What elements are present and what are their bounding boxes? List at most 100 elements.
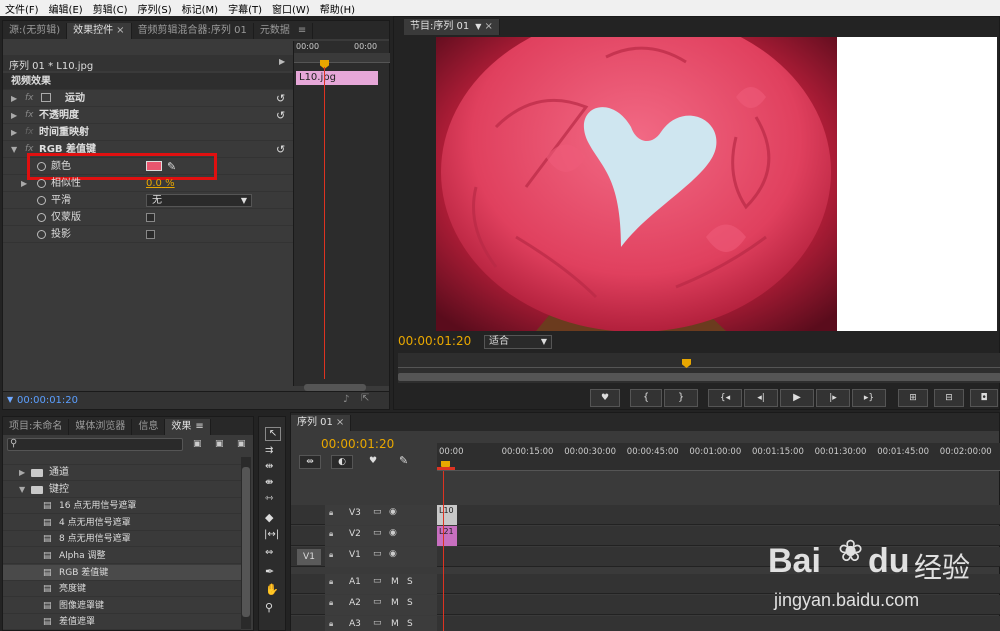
tab-info[interactable]: 信息 bbox=[132, 419, 166, 435]
panel-menu-icon[interactable]: ≡ bbox=[298, 25, 306, 36]
stopwatch-icon[interactable] bbox=[37, 230, 46, 239]
export-icon[interactable]: ⇱ bbox=[361, 393, 369, 404]
selection-tool-icon[interactable]: ↖ bbox=[265, 427, 281, 441]
menu-marker[interactable]: 标记(M) bbox=[177, 1, 223, 16]
collapse-icon[interactable]: ▼ bbox=[19, 482, 25, 498]
program-video-frame[interactable] bbox=[436, 37, 837, 331]
tab-source[interactable]: 源:(无剪辑) bbox=[3, 23, 68, 39]
expand-icon[interactable]: ▶ bbox=[11, 124, 17, 141]
wrench-icon[interactable]: ✎ bbox=[399, 454, 408, 467]
ripple-edit-tool-icon[interactable]: ⇹ bbox=[265, 461, 273, 472]
mask-only-checkbox[interactable] bbox=[146, 213, 155, 222]
effects-scrollbar[interactable] bbox=[241, 457, 251, 629]
sync-lock-icon[interactable]: ▭ bbox=[373, 528, 382, 538]
hand-tool-icon[interactable]: ✋ bbox=[265, 583, 279, 596]
sync-lock-icon[interactable]: ▭ bbox=[373, 597, 382, 607]
menu-help[interactable]: 帮助(H) bbox=[315, 1, 360, 16]
menu-sequence[interactable]: 序列(S) bbox=[132, 1, 176, 16]
menu-title[interactable]: 字幕(T) bbox=[223, 1, 267, 16]
fx-clip-bar[interactable]: L10.jpg bbox=[296, 71, 378, 85]
linked-selection-button[interactable]: ◐ bbox=[331, 455, 353, 469]
pen-tool-icon[interactable]: ✒ bbox=[265, 565, 274, 578]
tab-effects[interactable]: 效果 ≡ bbox=[165, 419, 211, 435]
fx-ruler[interactable]: 00:00 00:00 bbox=[294, 42, 390, 63]
sync-lock-icon[interactable]: ▭ bbox=[373, 618, 382, 628]
tab-sequence[interactable]: 序列 01 × bbox=[291, 415, 352, 431]
sync-lock-icon[interactable]: ▭ bbox=[373, 549, 382, 559]
filter-icon[interactable]: ▼ bbox=[7, 395, 13, 404]
close-icon[interactable]: × bbox=[336, 417, 344, 428]
overwrite-button[interactable]: ⊟ bbox=[934, 389, 964, 407]
source-patch[interactable]: V1 bbox=[297, 549, 321, 565]
mark-out-button[interactable]: } bbox=[664, 389, 698, 407]
fx-timecode[interactable]: 00:00:01:20 bbox=[17, 395, 78, 406]
expand-icon[interactable]: ▶ bbox=[11, 90, 17, 107]
drop-shadow-checkbox[interactable] bbox=[146, 230, 155, 239]
effect-row-opacity[interactable]: ▶ fx 不透明度 ↺ bbox=[3, 107, 293, 124]
step-forward-button[interactable]: |▸ bbox=[816, 389, 850, 407]
solo-button[interactable]: S bbox=[407, 577, 413, 587]
stopwatch-icon[interactable] bbox=[37, 179, 46, 188]
eye-icon[interactable]: ◉ bbox=[389, 507, 397, 517]
menu-clip[interactable]: 剪辑(C) bbox=[88, 1, 133, 16]
mute-button[interactable]: M bbox=[391, 619, 399, 629]
close-icon[interactable]: × bbox=[116, 25, 124, 36]
fx-mini-timeline[interactable]: 00:00 00:00 L10.jpg bbox=[293, 41, 390, 391]
add-marker-button[interactable]: ♥ bbox=[590, 389, 620, 407]
add-marker-icon[interactable]: ♥ bbox=[369, 456, 377, 466]
folder-row[interactable]: ▶ 通道 bbox=[3, 465, 241, 481]
timeline-timecode[interactable]: 00:00:01:20 bbox=[321, 437, 394, 451]
effect-row[interactable]: ▤ 4 点无用信号遮罩 bbox=[3, 515, 241, 531]
rate-stretch-tool-icon[interactable]: ⇿ bbox=[265, 493, 273, 504]
expand-icon[interactable]: ▶ bbox=[21, 175, 27, 192]
lock-icon[interactable]: 🔒︎ bbox=[329, 508, 333, 518]
tab-media-browser[interactable]: 媒体浏览器 bbox=[69, 419, 133, 435]
tab-audio-mixer[interactable]: 音频剪辑混合器:序列 01 bbox=[132, 23, 254, 39]
smoothing-select[interactable]: 无 ▼ bbox=[146, 194, 252, 207]
tab-project[interactable]: 项目:未命名 bbox=[3, 419, 70, 435]
mute-button[interactable]: M bbox=[391, 598, 399, 608]
effect-row[interactable]: ▤ 亮度键 bbox=[3, 581, 241, 598]
effect-row[interactable]: ▤ RGB 差值键 bbox=[3, 564, 241, 581]
lock-icon[interactable]: 🔒︎ bbox=[329, 550, 333, 560]
play-button[interactable]: ▶ bbox=[780, 389, 814, 407]
slide-tool-icon[interactable]: ⇔ bbox=[265, 547, 273, 558]
effect-row[interactable]: ▤ 图像遮罩键 bbox=[3, 598, 241, 614]
effect-row[interactable]: ▤ 16 点无用信号遮罩 bbox=[3, 498, 241, 515]
fit-select[interactable]: 适合 ▼ bbox=[484, 335, 552, 349]
solo-button[interactable]: S bbox=[407, 619, 413, 629]
effects-search-input[interactable]: ⚲ bbox=[7, 438, 183, 451]
reset-icon[interactable]: ↺ bbox=[276, 90, 285, 107]
clip[interactable]: L10 bbox=[437, 505, 457, 525]
mute-button[interactable]: M bbox=[391, 577, 399, 587]
audio-icon[interactable]: ♪ bbox=[343, 394, 349, 405]
eye-icon[interactable]: ◉ bbox=[389, 549, 397, 559]
lock-icon[interactable]: 🔒︎ bbox=[329, 529, 333, 539]
lock-icon[interactable]: 🔒︎ bbox=[329, 619, 333, 629]
step-back-button[interactable]: ◂| bbox=[744, 389, 778, 407]
track-select-tool-icon[interactable]: ⇉ bbox=[265, 445, 273, 456]
slip-tool-icon[interactable]: |↔| bbox=[264, 529, 279, 540]
accelerated-icon[interactable]: ▣ bbox=[193, 439, 202, 449]
timeline-ruler[interactable]: 00:00 00:00:15:00 00:00:30:00 00:00:45:00 00… bbox=[437, 443, 1000, 471]
camera-icon[interactable]: ◘ bbox=[970, 389, 998, 407]
fx-zoom-scroll[interactable] bbox=[304, 384, 366, 391]
effect-row[interactable]: ▤ 差值遮罩 bbox=[3, 614, 241, 631]
dropdown-icon[interactable]: ▼ bbox=[475, 22, 481, 31]
expand-icon[interactable]: ▶ bbox=[19, 465, 25, 481]
lock-icon[interactable]: 🔒︎ bbox=[329, 598, 333, 608]
effect-row-time-remap[interactable]: ▶ fx 时间重映射 bbox=[3, 124, 293, 141]
rolling-edit-tool-icon[interactable]: ⇼ bbox=[265, 477, 273, 488]
reset-icon[interactable]: ↺ bbox=[276, 141, 285, 158]
lock-icon[interactable]: 🔒︎ bbox=[329, 577, 333, 587]
razor-tool-icon[interactable]: ◆ bbox=[265, 511, 273, 524]
insert-button[interactable]: ⊞ bbox=[898, 389, 928, 407]
menu-file[interactable]: 文件(F) bbox=[0, 1, 44, 16]
similarity-value[interactable]: 0.0 % bbox=[146, 175, 175, 192]
eye-icon[interactable]: ◉ bbox=[389, 528, 397, 538]
menu-edit[interactable]: 编辑(E) bbox=[44, 1, 88, 16]
zoom-tool-icon[interactable]: ⚲ bbox=[265, 601, 273, 614]
32bit-icon[interactable]: ▣ bbox=[215, 439, 224, 449]
program-timecode[interactable]: 00:00:01:20 bbox=[398, 334, 471, 348]
close-icon[interactable]: × bbox=[484, 21, 492, 32]
